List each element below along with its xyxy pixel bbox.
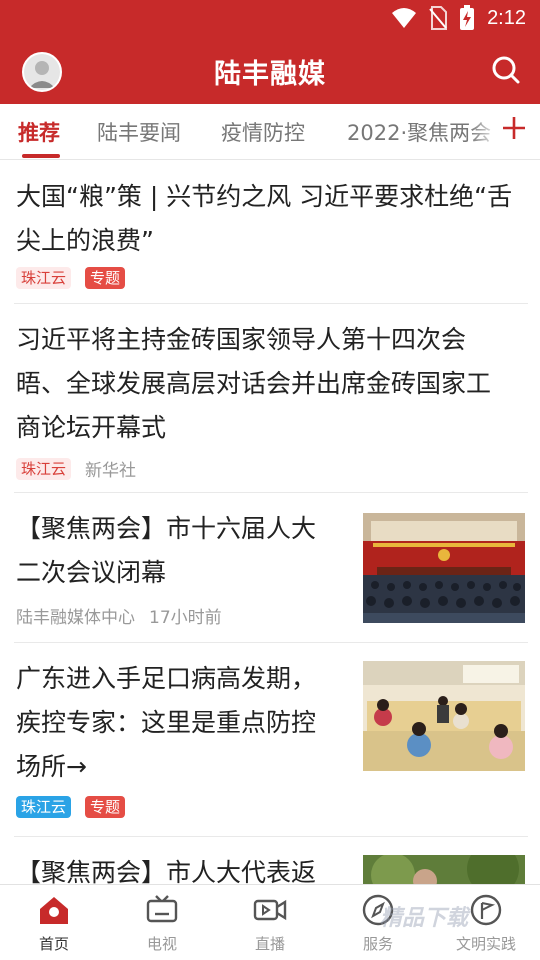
status-time: 2:12 (487, 6, 526, 29)
news-title: 大国“粮”策 | 兴节约之风 习近平要求杜绝“舌 尖上的浪费” (16, 182, 513, 255)
news-item[interactable]: 习近平将主持金砖国家领导人第十四次会 晤、全球发展高层对话会并出席金砖国家工 商… (14, 304, 528, 493)
home-icon (40, 897, 68, 924)
news-feed: 大国“粮”策 | 兴节约之风 习近平要求杜绝“舌 尖上的浪费” 珠江云 专题 习… (0, 161, 540, 884)
news-item[interactable]: 【聚焦两会】市十六届人大 二次会议闭幕 陆丰融媒体中心 17小时前 (14, 493, 528, 643)
search-button[interactable] (490, 54, 522, 86)
news-title: 【聚焦两会】市人大代表返 (16, 858, 317, 884)
topic-tag: 专题 (85, 267, 126, 289)
app-root: 2:12 陆丰融媒 推荐 陆丰要闻 疫情防控 2022·聚焦两会 大国“粮”策 … (0, 0, 540, 960)
assembly-hall-image (363, 513, 525, 623)
outdoor-photo-image (363, 855, 525, 884)
news-title: 习近平将主持金砖国家领导人第十四次会 晤、全球发展高层对话会并出席金砖国家工 商… (16, 325, 492, 442)
tab-fade (470, 104, 500, 159)
status-bar: 2:12 (0, 0, 540, 36)
status-icons: 2:12 (391, 5, 526, 31)
add-channel-button[interactable] (500, 114, 528, 142)
news-thumbnail (363, 513, 525, 623)
publish-time: 17小时前 (149, 608, 222, 628)
plus-icon (503, 117, 525, 139)
source-tag: 珠江云 (16, 457, 72, 480)
news-item[interactable]: 【聚焦两会】市人大代表返 (14, 837, 528, 884)
channel-tabs: 推荐 陆丰要闻 疫情防控 2022·聚焦两会 (0, 104, 540, 160)
live-video-icon (253, 899, 287, 921)
publisher-name: 新华社 (85, 461, 137, 481)
news-title: 广东进入手足口病高发期， 疾控专家：这里是重点防控 场所→ (16, 664, 317, 781)
flag-icon (470, 894, 502, 926)
source-tag: 珠江云 (16, 267, 72, 289)
tv-icon (146, 895, 178, 923)
news-meta: 陆丰融媒体中心 17小时前 (16, 603, 222, 628)
news-item[interactable]: 大国“粮”策 | 兴节约之风 习近平要求杜绝“舌 尖上的浪费” 珠江云 专题 (14, 161, 528, 304)
news-meta: 珠江云 专题 (16, 267, 126, 289)
news-item[interactable]: 广东进入手足口病高发期， 疾控专家：这里是重点防控 场所→ 珠江云 专题 (14, 643, 528, 837)
active-tab-indicator (22, 154, 60, 158)
news-meta: 珠江云 新华社 (16, 456, 136, 481)
title-bar: 陆丰融媒 (0, 36, 540, 104)
tab-lufeng-news[interactable]: 陆丰要闻 (97, 117, 181, 147)
source-tag: 珠江云 (16, 796, 72, 818)
news-thumbnail (363, 855, 525, 884)
nav-live[interactable]: 直播 (230, 893, 310, 954)
publisher-name: 陆丰融媒体中心 (16, 608, 135, 628)
tab-recommend[interactable]: 推荐 (18, 117, 60, 147)
news-meta: 珠江云 专题 (16, 796, 126, 818)
battery-charging-icon (460, 5, 475, 30)
news-thumbnail (363, 661, 525, 771)
app-title: 陆丰融媒 (214, 59, 326, 90)
wifi-icon (392, 8, 417, 28)
topic-tag: 专题 (85, 796, 126, 818)
app-header: 2:12 陆丰融媒 (0, 0, 540, 104)
search-icon (492, 56, 520, 84)
watermark-text: 精品下载 (380, 906, 469, 931)
news-title: 【聚焦两会】市十六届人大 二次会议闭幕 (16, 514, 317, 587)
nav-tv[interactable]: 电视 (122, 893, 202, 954)
no-sim-icon (429, 6, 448, 30)
tab-epidemic-control[interactable]: 疫情防控 (221, 117, 305, 147)
nav-home[interactable]: 首页 (14, 893, 94, 954)
classroom-image (363, 661, 525, 771)
